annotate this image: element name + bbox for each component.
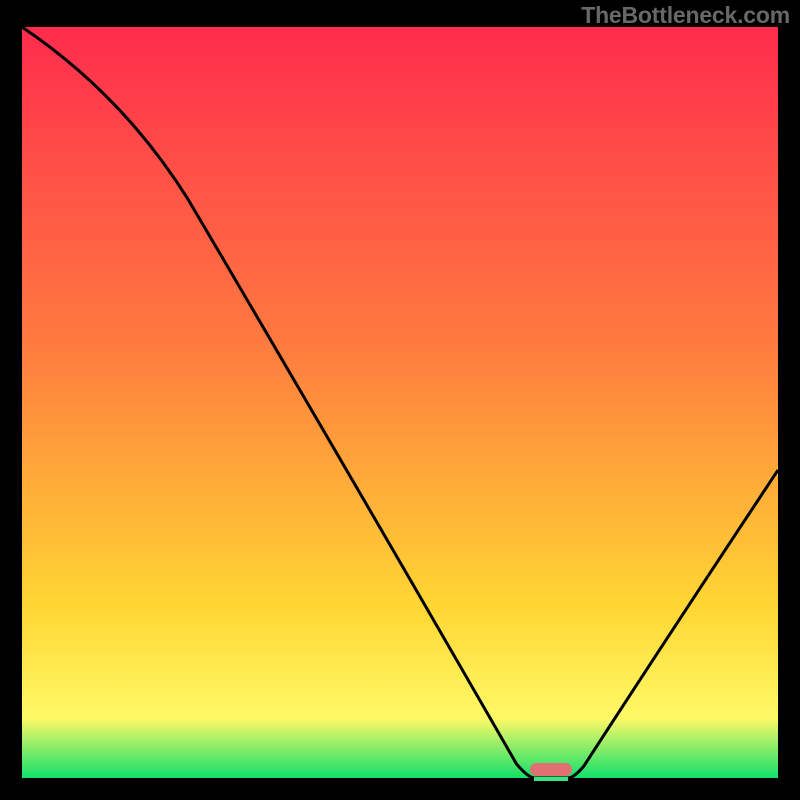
attribution-watermark: TheBottleneck.com [581,2,790,29]
chart-frame: { "attribution": "TheBottleneck.com", "c… [0,0,800,800]
bottleneck-chart [0,0,800,800]
optimum-underline [534,777,568,781]
plot-background [22,27,778,778]
optimum-marker [530,763,572,781]
optimum-pill [530,763,572,776]
